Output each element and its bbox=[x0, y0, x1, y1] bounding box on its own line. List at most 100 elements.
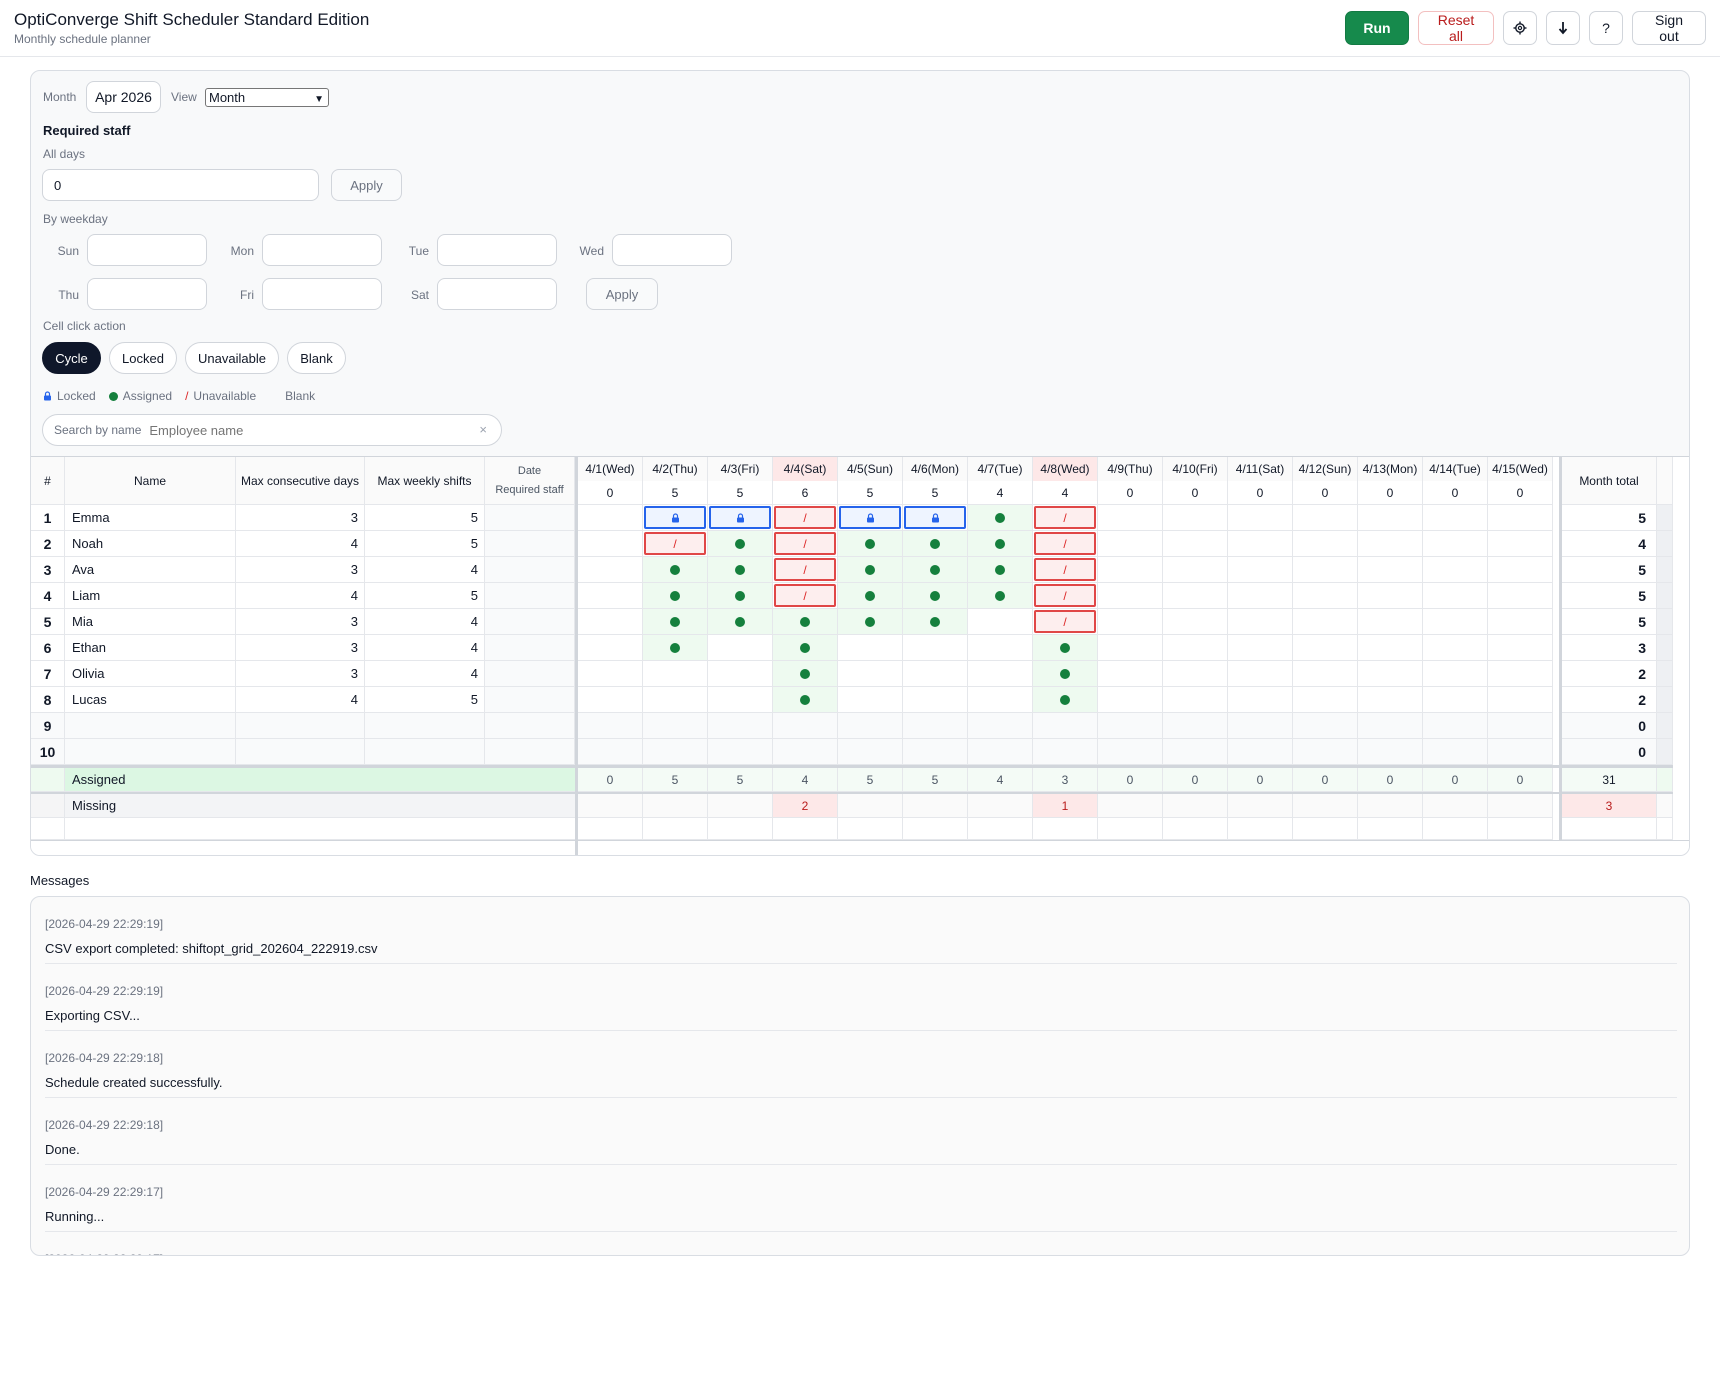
required-staff-cell[interactable]: 5 bbox=[643, 481, 708, 505]
schedule-cell[interactable] bbox=[708, 635, 773, 661]
schedule-cell[interactable] bbox=[1228, 661, 1293, 687]
schedule-cell[interactable] bbox=[1163, 713, 1228, 739]
max-weekly-cell[interactable] bbox=[365, 713, 485, 739]
schedule-cell[interactable] bbox=[1358, 635, 1423, 661]
schedule-cell[interactable] bbox=[968, 531, 1033, 557]
view-select[interactable]: Month ▼ bbox=[205, 88, 329, 107]
schedule-cell[interactable] bbox=[1098, 635, 1163, 661]
schedule-cell[interactable] bbox=[1358, 687, 1423, 713]
sign-out-button[interactable]: Sign out bbox=[1632, 11, 1706, 45]
required-staff-cell[interactable]: 4 bbox=[1033, 481, 1098, 505]
schedule-cell[interactable] bbox=[1293, 557, 1358, 583]
schedule-cell[interactable] bbox=[1228, 687, 1293, 713]
max-consecutive-cell[interactable] bbox=[236, 739, 365, 765]
weekday-input-tue[interactable] bbox=[437, 234, 557, 266]
schedule-cell[interactable] bbox=[708, 713, 773, 739]
schedule-cell[interactable] bbox=[708, 557, 773, 583]
schedule-cell[interactable]: / bbox=[1033, 583, 1098, 609]
schedule-cell[interactable] bbox=[1163, 531, 1228, 557]
schedule-cell[interactable] bbox=[1033, 635, 1098, 661]
schedule-cell[interactable] bbox=[838, 739, 903, 765]
schedule-cell[interactable] bbox=[708, 687, 773, 713]
schedule-cell[interactable]: / bbox=[643, 531, 708, 557]
max-consecutive-cell[interactable]: 4 bbox=[236, 531, 365, 557]
help-button[interactable]: ? bbox=[1589, 11, 1623, 45]
schedule-cell[interactable] bbox=[1293, 687, 1358, 713]
schedule-cell[interactable] bbox=[1488, 687, 1553, 713]
run-button[interactable]: Run bbox=[1345, 11, 1409, 45]
schedule-cell[interactable] bbox=[1163, 609, 1228, 635]
schedule-cell[interactable] bbox=[903, 531, 968, 557]
schedule-cell[interactable] bbox=[1098, 505, 1163, 531]
schedule-cell[interactable] bbox=[1228, 583, 1293, 609]
required-staff-cell[interactable]: 0 bbox=[578, 481, 643, 505]
schedule-cell[interactable] bbox=[643, 661, 708, 687]
max-consecutive-cell[interactable]: 4 bbox=[236, 687, 365, 713]
date-header[interactable]: 4/9(Thu) bbox=[1098, 457, 1163, 481]
weekday-input-mon[interactable] bbox=[262, 234, 382, 266]
max-consecutive-cell[interactable]: 3 bbox=[236, 609, 365, 635]
schedule-cell[interactable] bbox=[643, 505, 708, 531]
max-weekly-cell[interactable]: 5 bbox=[365, 505, 485, 531]
schedule-cell[interactable] bbox=[1423, 557, 1488, 583]
schedule-cell[interactable] bbox=[1098, 609, 1163, 635]
schedule-cell[interactable] bbox=[578, 687, 643, 713]
schedule-cell[interactable] bbox=[1358, 583, 1423, 609]
schedule-cell[interactable] bbox=[773, 687, 838, 713]
apply-all-days-button[interactable]: Apply bbox=[331, 169, 402, 201]
schedule-cell[interactable] bbox=[643, 687, 708, 713]
schedule-cell[interactable] bbox=[1033, 713, 1098, 739]
date-header[interactable]: 4/1(Wed) bbox=[578, 457, 643, 481]
schedule-cell[interactable]: / bbox=[1033, 557, 1098, 583]
schedule-cell[interactable] bbox=[708, 609, 773, 635]
schedule-cell[interactable] bbox=[1358, 531, 1423, 557]
date-header[interactable]: 4/10(Fri) bbox=[1163, 457, 1228, 481]
required-staff-cell[interactable]: 0 bbox=[1293, 481, 1358, 505]
schedule-cell[interactable] bbox=[1293, 713, 1358, 739]
all-days-input[interactable]: 0 bbox=[42, 169, 319, 201]
schedule-cell[interactable] bbox=[708, 583, 773, 609]
schedule-cell[interactable] bbox=[1358, 505, 1423, 531]
schedule-cell[interactable] bbox=[1488, 661, 1553, 687]
schedule-cell[interactable] bbox=[1423, 661, 1488, 687]
employee-name-cell[interactable]: Ava bbox=[65, 557, 236, 583]
schedule-cell[interactable] bbox=[1488, 609, 1553, 635]
schedule-cell[interactable] bbox=[578, 713, 643, 739]
schedule-cell[interactable] bbox=[1488, 583, 1553, 609]
search-input[interactable] bbox=[149, 422, 470, 438]
required-staff-cell[interactable]: 0 bbox=[1163, 481, 1228, 505]
schedule-cell[interactable] bbox=[643, 557, 708, 583]
date-header[interactable]: 4/6(Mon) bbox=[903, 457, 968, 481]
max-weekly-cell[interactable]: 5 bbox=[365, 531, 485, 557]
schedule-cell[interactable] bbox=[1423, 609, 1488, 635]
employee-name-cell[interactable]: Ethan bbox=[65, 635, 236, 661]
settings-button[interactable] bbox=[1503, 11, 1537, 45]
month-picker[interactable]: Apr 2026 bbox=[86, 81, 161, 113]
schedule-cell[interactable] bbox=[708, 739, 773, 765]
schedule-cell[interactable] bbox=[708, 661, 773, 687]
schedule-cell[interactable] bbox=[1228, 505, 1293, 531]
schedule-cell[interactable]: / bbox=[773, 531, 838, 557]
schedule-cell[interactable] bbox=[578, 557, 643, 583]
download-button[interactable] bbox=[1546, 11, 1580, 45]
schedule-cell[interactable] bbox=[578, 739, 643, 765]
schedule-cell[interactable] bbox=[968, 661, 1033, 687]
max-weekly-cell[interactable] bbox=[365, 739, 485, 765]
schedule-cell[interactable] bbox=[1423, 713, 1488, 739]
schedule-cell[interactable] bbox=[1163, 687, 1228, 713]
schedule-cell[interactable] bbox=[838, 635, 903, 661]
schedule-cell[interactable] bbox=[1358, 661, 1423, 687]
action-unavailable-button[interactable]: Unavailable bbox=[185, 342, 279, 374]
date-header[interactable]: 4/2(Thu) bbox=[643, 457, 708, 481]
required-staff-cell[interactable]: 5 bbox=[708, 481, 773, 505]
schedule-cell[interactable] bbox=[643, 635, 708, 661]
schedule-cell[interactable] bbox=[578, 661, 643, 687]
schedule-cell[interactable] bbox=[1293, 635, 1358, 661]
required-staff-cell[interactable]: 6 bbox=[773, 481, 838, 505]
schedule-cell[interactable] bbox=[903, 661, 968, 687]
schedule-cell[interactable] bbox=[838, 557, 903, 583]
schedule-cell[interactable] bbox=[968, 505, 1033, 531]
date-header[interactable]: 4/13(Mon) bbox=[1358, 457, 1423, 481]
required-staff-cell[interactable]: 0 bbox=[1358, 481, 1423, 505]
max-consecutive-cell[interactable]: 3 bbox=[236, 635, 365, 661]
